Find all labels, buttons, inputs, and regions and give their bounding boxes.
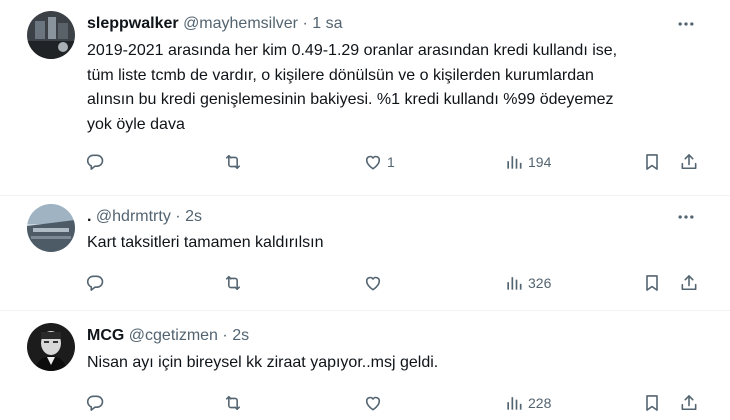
display-name[interactable]: sleppwalker — [87, 15, 179, 32]
user-handle[interactable]: @cgetizmen — [129, 327, 218, 344]
retweet-button[interactable] — [223, 271, 243, 295]
share-button[interactable] — [679, 391, 699, 415]
tweet-text-line: tüm liste tcmb de vardır, o kişilere dön… — [87, 66, 594, 84]
bookmark-button[interactable] — [642, 391, 662, 415]
reply-feed: sleppwalker @mayhemsilver · 1 sa 2019-20… — [0, 0, 730, 420]
tweet-text-line: Nisan ayı için bireysel kk ziraat yapıyo… — [87, 354, 439, 371]
action-bar: 1 194 — [0, 150, 730, 174]
reply-button[interactable] — [85, 271, 105, 295]
action-bar: 228 — [0, 391, 730, 415]
more-icon[interactable] — [674, 13, 698, 35]
reply-icon — [86, 395, 104, 411]
share-button[interactable] — [679, 150, 699, 174]
more-icon[interactable] — [674, 206, 698, 228]
views-button[interactable]: 228 — [504, 391, 551, 415]
tweet-header: sleppwalker @mayhemsilver · 1 sa — [87, 13, 342, 35]
tweet-text: Nisan ayı için bireysel kk ziraat yapıyo… — [87, 351, 707, 376]
like-button[interactable]: 1 — [363, 150, 395, 174]
display-name[interactable]: MCG — [87, 327, 124, 344]
avatar[interactable] — [27, 323, 75, 371]
action-bar: 326 — [0, 271, 730, 295]
tweet-text: Kart taksitleri tamamen kaldırılsın — [87, 231, 707, 256]
heart-icon — [365, 276, 381, 291]
retweet-icon — [225, 275, 241, 291]
reply-button[interactable] — [85, 150, 105, 174]
bookmark-icon — [646, 395, 658, 411]
avatar[interactable] — [27, 204, 75, 252]
views-icon — [507, 277, 522, 290]
tweet-header: MCG @cgetizmen · 2s — [87, 325, 249, 347]
retweet-button[interactable] — [223, 150, 243, 174]
heart-icon — [365, 396, 381, 411]
reply-icon — [86, 275, 104, 291]
display-name[interactable]: . — [87, 208, 91, 225]
share-icon — [681, 275, 697, 291]
avatar[interactable] — [27, 11, 75, 59]
bookmark-button[interactable] — [642, 271, 662, 295]
separator-dot: · — [175, 208, 181, 225]
timestamp[interactable]: 2s — [232, 327, 249, 344]
views-icon — [507, 397, 522, 410]
views-button[interactable]: 326 — [504, 271, 551, 295]
user-handle[interactable]: @mayhemsilver — [183, 15, 298, 32]
reply-icon — [86, 154, 104, 170]
share-button[interactable] — [679, 271, 699, 295]
views-button[interactable]: 194 — [504, 150, 551, 174]
retweet-button[interactable] — [223, 391, 243, 415]
bookmark-button[interactable] — [642, 150, 662, 174]
tweet[interactable]: sleppwalker @mayhemsilver · 1 sa 2019-20… — [0, 0, 730, 196]
like-button[interactable] — [363, 391, 387, 415]
view-count: 228 — [528, 395, 552, 411]
view-count: 326 — [528, 275, 552, 291]
retweet-icon — [225, 154, 241, 170]
tweet[interactable]: MCG @cgetizmen · 2s Nisan ayı için birey… — [0, 311, 730, 420]
tweet-header: . @hdrmtrty · 2s — [87, 206, 202, 228]
bookmark-icon — [646, 154, 658, 170]
retweet-icon — [225, 395, 241, 411]
reply-button[interactable] — [85, 391, 105, 415]
timestamp[interactable]: 2s — [185, 208, 202, 225]
like-count: 1 — [387, 154, 395, 170]
share-icon — [681, 395, 697, 411]
bookmark-icon — [646, 275, 658, 291]
tweet-text-line: yok öyle dava — [87, 115, 185, 133]
view-count: 194 — [528, 154, 552, 170]
tweet[interactable]: . @hdrmtrty · 2s Kart taksitleri tamamen… — [0, 196, 730, 311]
views-icon — [507, 156, 522, 169]
separator-dot: · — [222, 327, 228, 344]
like-button[interactable] — [363, 271, 387, 295]
tweet-text: 2019-2021 arasında her kim 0.49-1.29 ora… — [87, 39, 707, 137]
tweet-text-line: 2019-2021 arasında her kim 0.49-1.29 ora… — [87, 42, 618, 59]
timestamp[interactable]: 1 sa — [312, 15, 342, 32]
share-icon — [681, 154, 697, 170]
separator-dot: · — [302, 15, 308, 32]
tweet-text-line: alınsın bu kredi genişlemesinin bakiyesi… — [87, 91, 614, 108]
user-handle[interactable]: @hdrmtrty — [96, 208, 171, 225]
heart-icon — [365, 155, 381, 170]
tweet-text-line: Kart taksitleri tamamen kaldırılsın — [87, 234, 324, 251]
